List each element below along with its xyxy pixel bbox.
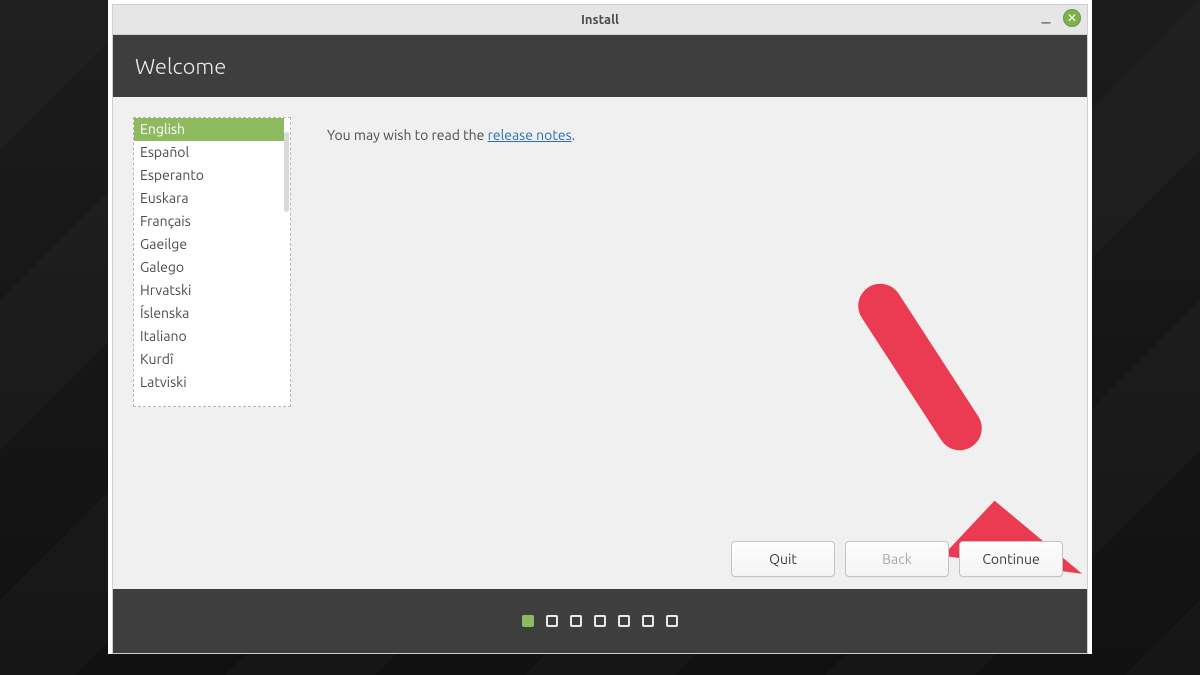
quit-button[interactable]: Quit (731, 541, 835, 577)
minimize-button[interactable]: – (1039, 11, 1053, 25)
progress-indicator (113, 589, 1087, 653)
window-title: Install (113, 13, 1087, 27)
language-list[interactable]: EnglishEspañolEsperantoEuskaraFrançaisGa… (133, 117, 291, 407)
progress-step (666, 615, 678, 627)
language-item[interactable]: Français (134, 210, 284, 233)
back-label: Back (882, 551, 912, 567)
scrollbar-thumb[interactable] (284, 132, 289, 212)
close-icon: ✕ (1067, 11, 1077, 25)
close-button[interactable]: ✕ (1063, 9, 1081, 27)
language-item[interactable]: Kurdî (134, 348, 284, 371)
window-titlebar: Install – ✕ (113, 5, 1087, 35)
language-item[interactable]: Español (134, 141, 284, 164)
language-item[interactable]: Italiano (134, 325, 284, 348)
page-header: Welcome (113, 35, 1087, 97)
back-button: Back (845, 541, 949, 577)
release-prefix: You may wish to read the (327, 127, 488, 143)
language-item[interactable]: Íslenska (134, 302, 284, 325)
language-item[interactable]: Euskara (134, 187, 284, 210)
installer-window: Install – ✕ Welcome EnglishEspañolEspera… (112, 4, 1088, 654)
language-item[interactable]: Galego (134, 256, 284, 279)
screenshot-frame: Install – ✕ Welcome EnglishEspañolEspera… (108, 0, 1092, 654)
language-item[interactable]: Esperanto (134, 164, 284, 187)
progress-step (594, 615, 606, 627)
progress-step (618, 615, 630, 627)
language-item[interactable]: Hrvatski (134, 279, 284, 302)
progress-step (522, 615, 534, 627)
button-row: Quit Back Continue (731, 541, 1063, 577)
progress-step (546, 615, 558, 627)
page-title: Welcome (135, 54, 226, 79)
continue-label: Continue (982, 551, 1039, 567)
release-suffix: . (572, 127, 575, 143)
content-area: EnglishEspañolEsperantoEuskaraFrançaisGa… (113, 97, 1087, 589)
language-item[interactable]: English (134, 118, 284, 141)
continue-button[interactable]: Continue (959, 541, 1063, 577)
progress-step (570, 615, 582, 627)
language-item[interactable]: Gaeilge (134, 233, 284, 256)
release-notes-line: You may wish to read the release notes. (327, 117, 575, 577)
language-item[interactable]: Latviski (134, 371, 284, 394)
window-controls: – ✕ (1039, 9, 1081, 27)
quit-label: Quit (769, 551, 797, 567)
release-notes-link[interactable]: release notes (488, 127, 572, 143)
progress-step (642, 615, 654, 627)
